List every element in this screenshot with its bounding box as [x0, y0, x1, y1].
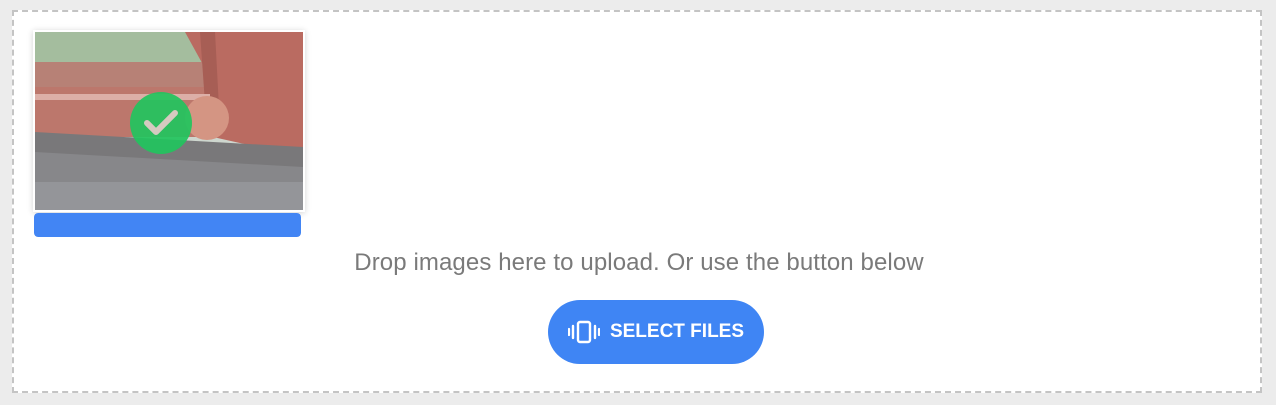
check-icon: [142, 108, 180, 138]
upload-progress-fill: [34, 213, 301, 237]
upload-success-badge: [130, 92, 192, 154]
select-files-label: SELECT FILES: [609, 321, 745, 342]
select-files-button[interactable]: SELECT FILES: [548, 300, 764, 364]
dropzone-hint-text: Drop images here to upload. Or use the b…: [354, 249, 924, 276]
vibrate-icon: [567, 320, 600, 344]
upload-dropzone[interactable]: Drop images here to upload. Or use the b…: [12, 10, 1262, 393]
uploaded-file-preview: [33, 30, 305, 212]
upload-progress-bar: [34, 213, 301, 237]
